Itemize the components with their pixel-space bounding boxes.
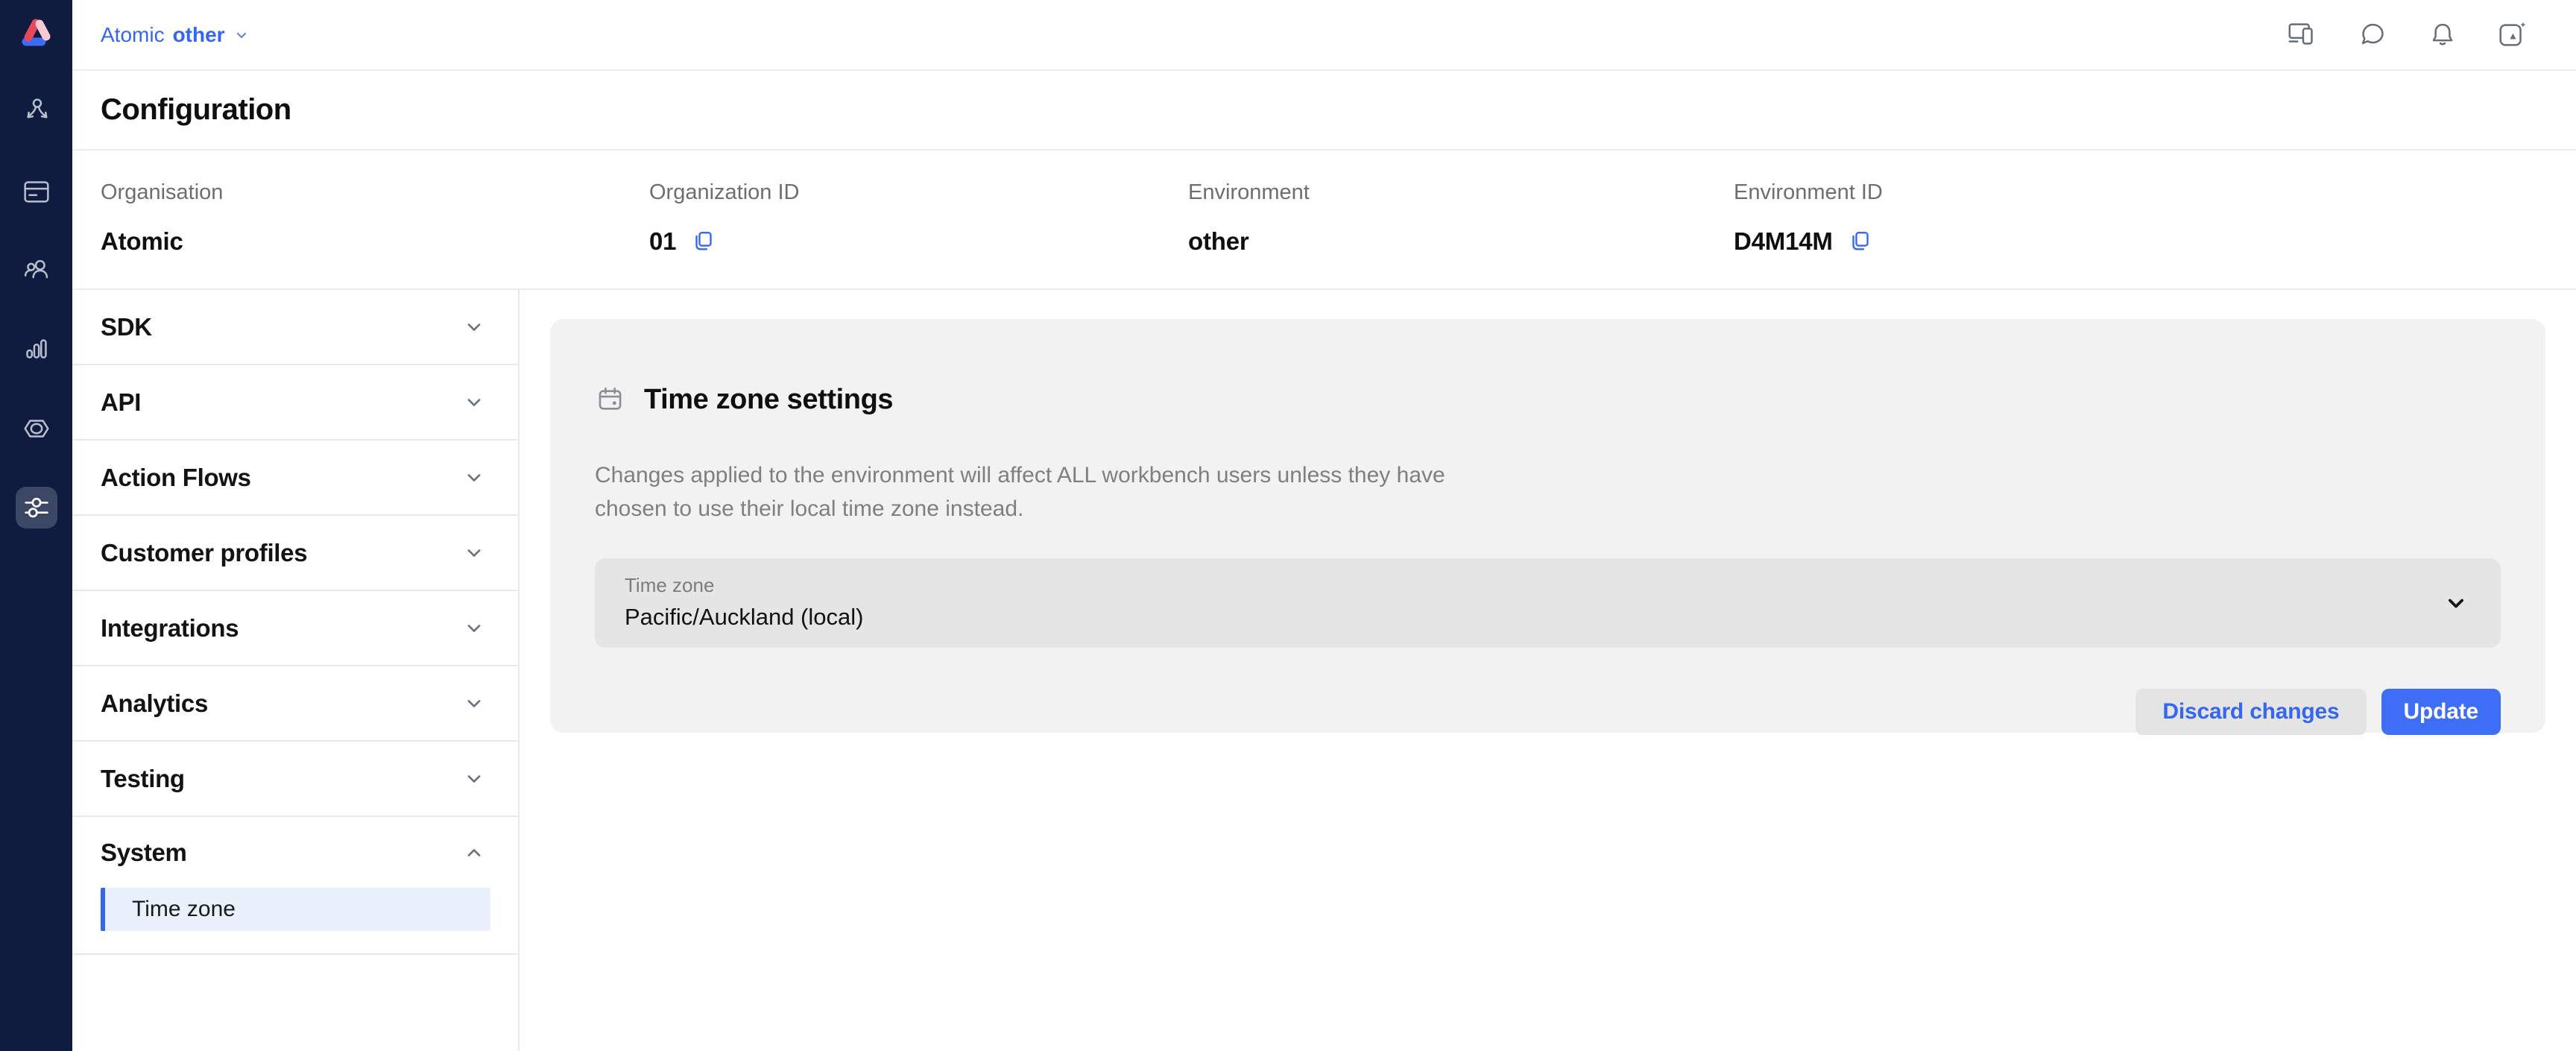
info-label: Environment ID [1734, 180, 2576, 205]
copy-icon[interactable] [1846, 227, 1875, 256]
info-label: Environment [1188, 180, 1734, 205]
sliders-settings-icon [19, 490, 54, 525]
nav-item-action-flows[interactable]: Action Flows [72, 441, 518, 516]
calendar-icon [595, 384, 626, 415]
chevron-up-icon [463, 842, 485, 864]
rail-item-analytics[interactable] [16, 329, 57, 370]
nav-item-label: Testing [101, 765, 185, 793]
chat-bubble-icon[interactable] [2355, 18, 2390, 52]
info-value: 01 [649, 227, 676, 256]
rail-item-customers[interactable] [16, 250, 57, 291]
nav-item-label: API [101, 388, 141, 417]
bar-chart-icon [19, 332, 54, 367]
info-organization-id: Organization ID 01 [649, 151, 1188, 288]
bell-icon[interactable] [2425, 18, 2460, 52]
chevron-down-icon [2443, 590, 2469, 617]
topbar-icons [2285, 18, 2530, 52]
devices-icon[interactable] [2285, 18, 2320, 52]
chevron-down-icon [463, 316, 485, 338]
time-zone-select[interactable]: Time zone Pacific/Auckland (local) [595, 558, 2501, 648]
card-title: Time zone settings [644, 384, 893, 416]
breadcrumb[interactable]: Atomic other [101, 23, 250, 47]
breadcrumb-org: Atomic [101, 23, 165, 47]
nav-item-sdk[interactable]: SDK [72, 290, 518, 365]
page-header: Configuration [72, 71, 2576, 151]
rail-item-tokens[interactable] [16, 408, 57, 449]
icon-rail [0, 0, 72, 1051]
breadcrumb-env: other [173, 23, 225, 47]
nav-item-system[interactable]: System [72, 817, 518, 888]
main-column: Atomic other [72, 0, 2576, 1051]
select-value: Pacific/Auckland (local) [625, 604, 2501, 631]
select-label: Time zone [625, 574, 2501, 597]
nav-item-testing[interactable]: Testing [72, 742, 518, 817]
card-description: Changes applied to the environment will … [595, 458, 1459, 526]
nav-item-label: Action Flows [101, 464, 251, 492]
info-value: D4M14M [1734, 227, 1833, 256]
info-environment-id: Environment ID D4M14M [1734, 151, 2576, 288]
nav-item-api[interactable]: API [72, 365, 518, 441]
content-area: SDK API Action Flows [72, 290, 2576, 1051]
app-root: Atomic other [0, 0, 2576, 1051]
rail-item-forms[interactable] [16, 171, 57, 212]
update-button[interactable]: Update [2381, 689, 2501, 735]
nav-item-customer-profiles[interactable]: Customer profiles [72, 516, 518, 591]
hexagon-nut-icon [19, 411, 54, 446]
nav-item-integrations[interactable]: Integrations [72, 591, 518, 666]
nav-item-label: Integrations [101, 614, 239, 643]
info-organisation: Organisation Atomic [101, 151, 649, 288]
info-value: Atomic [101, 227, 183, 256]
nav-item-label: System [101, 839, 187, 867]
app-sparkle-icon[interactable] [2496, 18, 2530, 52]
chevron-down-icon [463, 542, 485, 564]
users-icon [19, 253, 54, 288]
info-label: Organization ID [649, 180, 1188, 205]
discard-changes-button[interactable]: Discard changes [2135, 689, 2366, 735]
chevron-down-icon [463, 467, 485, 489]
environment-info-row: Organisation Atomic Organization ID 01 [72, 151, 2576, 290]
info-environment: Environment other [1188, 151, 1734, 288]
topbar: Atomic other [72, 0, 2576, 71]
chevron-down-icon [463, 692, 485, 715]
info-label: Organisation [101, 180, 649, 205]
time-zone-settings-card: Time zone settings Changes applied to th… [550, 319, 2545, 733]
nav-subitem-label: Time zone [132, 897, 236, 922]
card-buttons: Discard changes Update [595, 689, 2501, 735]
nav-item-label: Analytics [101, 689, 208, 718]
chevron-down-icon [233, 26, 250, 44]
chevron-down-icon [463, 391, 485, 414]
workflow-icon [19, 95, 54, 130]
chevron-down-icon [463, 617, 485, 640]
nav-item-label: Customer profiles [101, 539, 307, 567]
nav-section-system: System Time zone [72, 817, 518, 955]
page-title: Configuration [101, 93, 291, 127]
copy-icon[interactable] [689, 227, 718, 256]
rail-item-configuration[interactable] [16, 487, 57, 528]
settings-panel: Time zone settings Changes applied to th… [520, 290, 2576, 1051]
atomic-logo[interactable] [15, 11, 58, 54]
nav-subitem-time-zone[interactable]: Time zone [101, 888, 490, 931]
settings-subnav: SDK API Action Flows [72, 290, 520, 1051]
nav-item-label: SDK [101, 313, 152, 341]
info-value: other [1188, 227, 1249, 256]
form-card-icon [19, 174, 54, 209]
nav-item-analytics[interactable]: Analytics [72, 666, 518, 742]
rail-item-workflow[interactable] [16, 92, 57, 133]
chevron-down-icon [463, 768, 485, 790]
